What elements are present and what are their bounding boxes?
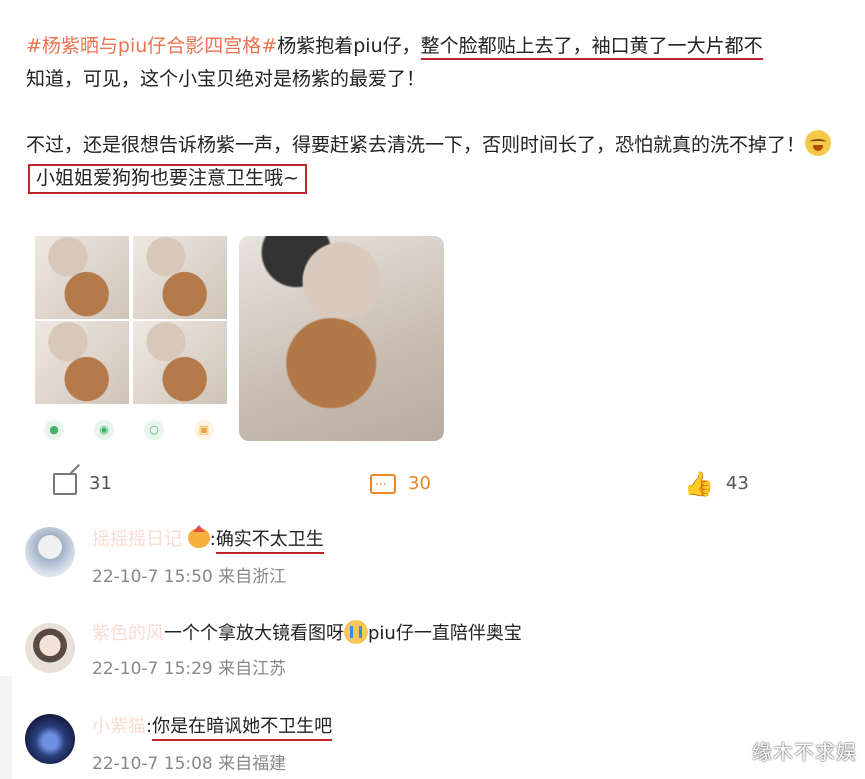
comment-icon <box>370 470 396 498</box>
share-count: 31 <box>89 473 112 494</box>
hashtag-link[interactable]: #杨紫晒与piu仔合影四宫格# <box>26 35 277 57</box>
vip-crown-icon <box>187 525 210 548</box>
crying-emoji-icon <box>344 620 368 644</box>
page-edge <box>0 676 12 779</box>
grid-photo-4[interactable] <box>133 321 227 404</box>
like-button[interactable]: 👍 43 <box>684 470 749 498</box>
main-photo[interactable] <box>239 236 444 441</box>
comment-username[interactable]: 紫色的风 <box>92 623 164 644</box>
moments-icon[interactable]: ◉ <box>94 420 114 440</box>
post-text-2: 知道，可见，这个小宝贝绝对是杨紫的最爱了！ <box>26 68 426 90</box>
avatar[interactable] <box>25 714 75 764</box>
photo-grid[interactable] <box>35 236 227 404</box>
watermark-text: 缘木不求娱 <box>752 740 857 764</box>
bookmark-icon[interactable]: ▣ <box>194 420 214 440</box>
post-underlined-text: 整个脸都贴上去了，袖口黄了一大片都不 <box>420 35 763 60</box>
post-paragraph-2: 不过，还是很想告诉杨紫一声，得要赶紧去清洗一下，否则时间长了，恐怕就真的洗不掉了… <box>26 129 858 195</box>
post-paragraph-1: #杨紫晒与piu仔合影四宫格#杨紫抱着piu仔，整个脸都贴上去了，袖口黄了一大片… <box>26 30 858 96</box>
comment-text-a: 一个个拿放大镜看图呀 <box>164 623 344 644</box>
share-button[interactable]: 31 <box>53 470 112 498</box>
post-para2-text: 不过，还是很想告诉杨紫一声，得要赶紧去清洗一下，否则时间长了，恐怕就真的洗不掉了… <box>26 134 806 156</box>
comment-text: 你是在暗讽她不卫生吧 <box>152 716 333 741</box>
grid-photo-2[interactable] <box>133 236 227 319</box>
comment-meta: 22-10-7 15:29 来自江苏 <box>92 659 287 679</box>
comment-text-b: piu仔一直陪伴奥宝 <box>368 623 522 644</box>
share-icon <box>53 473 77 495</box>
post-boxed-text: 小姐姐爱狗狗也要注意卫生哦~ <box>28 164 307 194</box>
action-bar: 31 30 👍 43 <box>0 470 865 500</box>
post-text: #杨紫晒与piu仔合影四宫格#杨紫抱着piu仔，整个脸都贴上去了，袖口黄了一大片… <box>26 30 858 195</box>
avatar[interactable] <box>25 623 75 673</box>
share-icons-row: ● ◉ ○ ▣ <box>44 420 224 440</box>
comment-line: 小紫猫:你是在暗讽她不卫生吧 <box>92 714 333 741</box>
comment-line: 紫色的风一个个拿放大镜看图呀 piu仔一直陪伴奥宝 <box>92 620 522 647</box>
comment-text: 确实不太卫生 <box>215 529 324 554</box>
comment-username[interactable]: 小紫猫 <box>92 716 146 737</box>
avatar[interactable] <box>25 527 75 577</box>
comment-meta: 22-10-7 15:50 来自浙江 <box>92 567 287 587</box>
thumbs-up-icon: 👍 <box>684 470 714 498</box>
grid-photo-3[interactable] <box>35 321 129 404</box>
grid-photo-1[interactable] <box>35 236 129 319</box>
wechat-icon[interactable]: ● <box>44 420 64 440</box>
post-text-1: 杨紫抱着piu仔， <box>277 35 421 57</box>
comment-button[interactable]: 30 <box>370 470 431 498</box>
comment-meta: 22-10-7 15:08 来自福建 <box>92 754 287 774</box>
like-count: 43 <box>725 473 749 494</box>
comment-username[interactable]: 摇摇摇日记 <box>92 529 182 550</box>
comment-count: 30 <box>408 473 431 494</box>
laughing-crying-emoji-icon <box>805 130 832 156</box>
qq-icon[interactable]: ○ <box>144 420 164 440</box>
comment-line: 摇摇摇日记 :确实不太卫生 <box>92 525 324 554</box>
